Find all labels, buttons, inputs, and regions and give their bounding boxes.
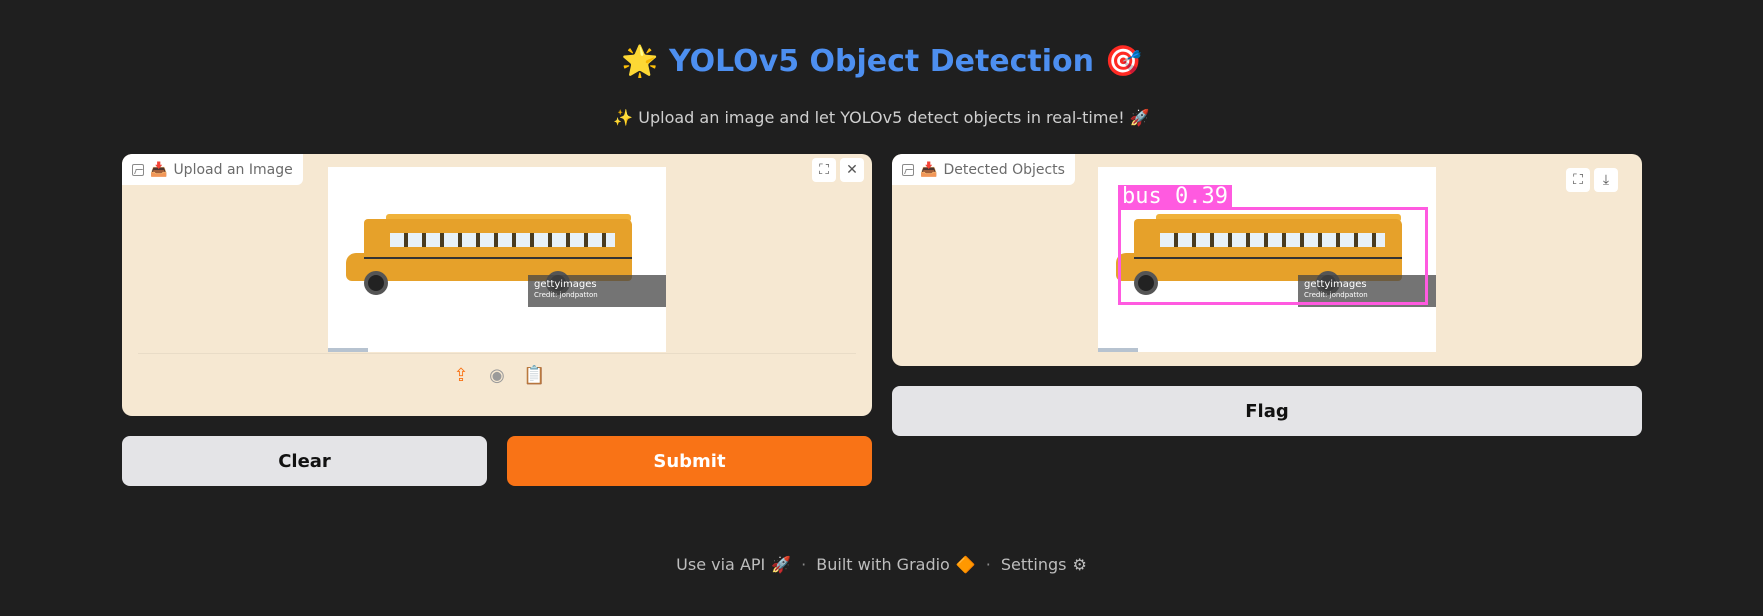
detection-label: bus 0.39 — [1118, 185, 1232, 209]
image-icon — [902, 163, 914, 176]
close-icon[interactable]: ✕ — [840, 158, 864, 182]
settings-link[interactable]: Settings ⚙ — [1001, 555, 1087, 574]
webcam-icon[interactable]: ◉ — [487, 366, 507, 386]
output-label-text: Detected Objects — [943, 161, 1065, 178]
bus-wheel — [364, 271, 388, 295]
flag-button[interactable]: Flag — [892, 386, 1642, 436]
detected-image: gettyimages Credit: jondpatton bus 0.39 — [1098, 167, 1436, 352]
use-via-api-text: Use via API — [676, 555, 766, 574]
gradio-logo-icon: 🔶 — [955, 555, 976, 574]
inbox-emoji-icon: 📥 — [150, 161, 168, 178]
footer-separator: · — [985, 555, 991, 574]
built-with-gradio-link[interactable]: Built with Gradio 🔶 — [816, 555, 976, 574]
use-via-api-link[interactable]: Use via API 🚀 — [676, 555, 791, 574]
settings-text: Settings — [1000, 555, 1067, 574]
watermark-credit: Credit: jondpatton — [534, 291, 598, 299]
built-with-gradio-text: Built with Gradio — [816, 555, 950, 574]
upload-icon[interactable]: ⇪ — [451, 366, 471, 386]
uploaded-image: gettyimages Credit: jondpatton — [328, 167, 666, 352]
watermark-text: gettyimages — [534, 279, 597, 290]
image-strip — [328, 348, 368, 352]
footer-separator: · — [801, 555, 807, 574]
gear-icon: ⚙ — [1072, 555, 1087, 574]
bus-body — [364, 219, 632, 281]
clear-button[interactable]: Clear — [122, 436, 487, 486]
input-label: 📥 Upload an Image — [122, 154, 303, 185]
fullscreen-icon[interactable]: ⛶ — [1566, 168, 1590, 192]
image-strip — [1098, 348, 1138, 352]
fullscreen-icon[interactable]: ⛶ — [812, 158, 836, 182]
rocket-icon: 🚀 — [771, 555, 792, 574]
image-input-panel[interactable]: 📥 Upload an Image ⛶ ✕ gettyimages Credit… — [122, 154, 872, 416]
page-title: 🌟 YOLOv5 Object Detection 🎯 — [621, 44, 1142, 79]
getty-watermark: gettyimages Credit: jondpatton — [528, 275, 666, 307]
footer: Use via API 🚀 · Built with Gradio 🔶 · Se… — [0, 555, 1763, 574]
output-label: 📥 Detected Objects — [892, 154, 1075, 185]
divider — [138, 353, 856, 354]
detection-box — [1118, 207, 1428, 305]
page-subtitle: ✨ Upload an image and let YOLOv5 detect … — [613, 108, 1150, 127]
submit-button[interactable]: Submit — [507, 436, 872, 486]
bus-stripe — [364, 257, 632, 259]
image-icon — [132, 163, 144, 176]
clipboard-icon[interactable]: 📋 — [523, 366, 545, 386]
bus-windows — [390, 233, 615, 247]
download-icon[interactable]: ⤓ — [1594, 168, 1618, 192]
image-output-panel: 📥 Detected Objects ⛶ ⤓ gettyimages Credi… — [892, 154, 1642, 366]
input-label-text: Upload an Image — [173, 161, 293, 178]
inbox-emoji-icon: 📥 — [920, 161, 938, 178]
